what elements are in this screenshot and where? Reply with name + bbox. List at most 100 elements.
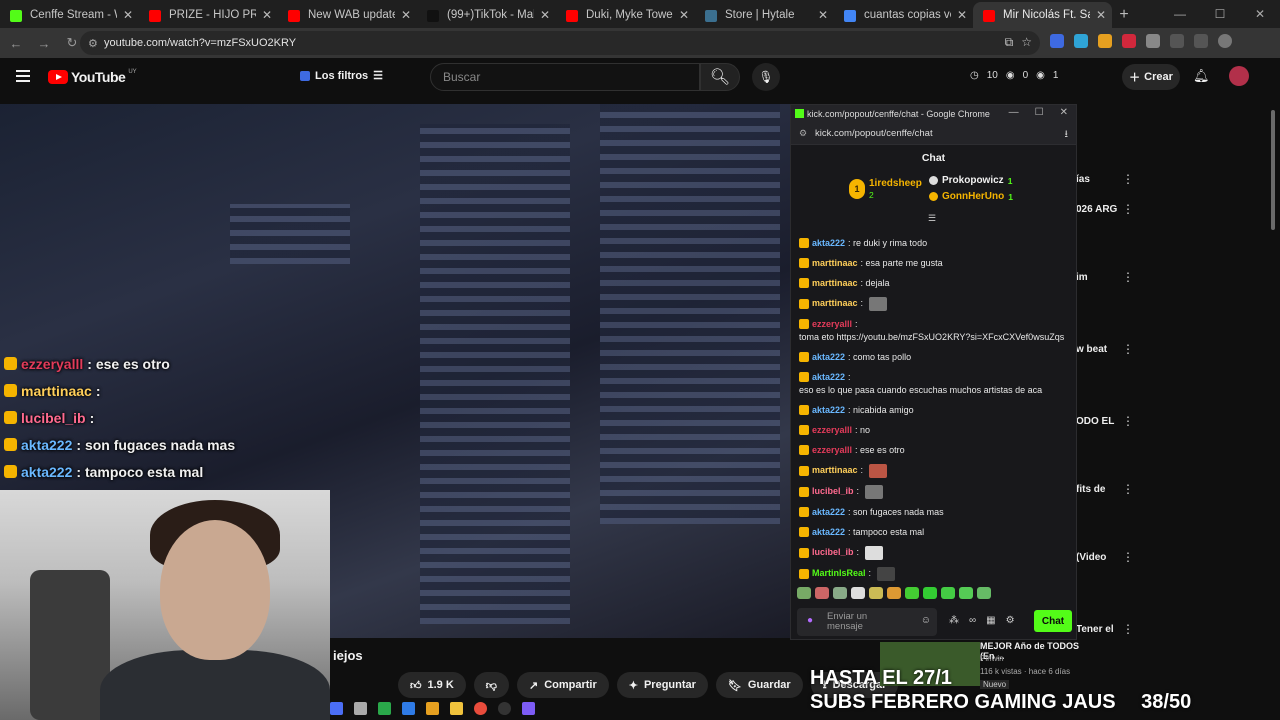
search-button[interactable]: 🔍︎: [700, 63, 740, 91]
back-icon[interactable]: ←: [4, 36, 28, 51]
emote[interactable]: [815, 587, 829, 599]
emote[interactable]: [959, 587, 973, 599]
profile-icon[interactable]: [1218, 34, 1232, 48]
close-icon[interactable]: ✕: [1060, 107, 1068, 118]
ask-button[interactable]: ✦ Preguntar: [616, 672, 708, 698]
chat-username[interactable]: akta222: [812, 526, 845, 539]
taskbar-app-icon[interactable]: [498, 702, 511, 715]
minimize-icon[interactable]: —: [1160, 0, 1200, 28]
chat-message[interactable]: akta222: eso es lo que pasa cuando escuc…: [799, 367, 1067, 400]
browser-tab[interactable]: Mir Nicolás Ft. Santi ✕: [973, 2, 1112, 28]
page-scrollbar[interactable]: [1271, 110, 1275, 230]
taskbar-app-icon[interactable]: [354, 702, 367, 715]
extension-icon[interactable]: [1098, 34, 1112, 48]
taskbar-app-icon[interactable]: [522, 702, 535, 715]
site-info-icon[interactable]: ⚙: [799, 128, 807, 139]
taskbar-app-icon[interactable]: [402, 702, 415, 715]
chat-message[interactable]: ezzeryalll: toma eto https://youtu.be/mz…: [799, 314, 1067, 347]
chat-username[interactable]: akta222: [812, 371, 845, 384]
gifter[interactable]: GonnHerUno 1: [929, 191, 1013, 202]
emote[interactable]: [833, 587, 847, 599]
more-options-icon[interactable]: ⋮: [1122, 550, 1134, 564]
more-options-icon[interactable]: ⋮: [1122, 414, 1134, 428]
more-options-icon[interactable]: ⋮: [1122, 622, 1134, 636]
mic-icon[interactable]: ●: [807, 616, 813, 626]
dislike-button[interactable]: 👎︎: [473, 672, 509, 698]
save-button[interactable]: 🔖︎ Guardar: [715, 672, 803, 698]
create-button[interactable]: ＋ Crear: [1122, 64, 1180, 90]
extension-icon[interactable]: [1050, 34, 1064, 48]
browser-tab[interactable]: Store | Hytale ✕: [695, 2, 834, 28]
browser-tab[interactable]: New WAB update Teaser ✕: [278, 2, 417, 28]
more-options-icon[interactable]: ⋮: [1122, 172, 1134, 186]
more-options-icon[interactable]: ⋮: [1122, 202, 1134, 216]
recommendation-title[interactable]: (Video: [1076, 552, 1106, 563]
share-button[interactable]: ↗ Compartir: [516, 672, 609, 698]
new-tab-button[interactable]: +: [1112, 2, 1136, 28]
chat-username[interactable]: MartinIsReal: [812, 567, 866, 580]
chat-username[interactable]: lucibel_ib: [812, 485, 854, 498]
recommendation-title[interactable]: im: [1076, 272, 1088, 283]
taskbar-app-icon[interactable]: [330, 702, 343, 715]
notifications-bell-icon[interactable]: 🔔︎: [1193, 68, 1210, 84]
tab-close-icon[interactable]: ✕: [818, 8, 828, 22]
download-icon[interactable]: [1170, 34, 1184, 48]
chat-message[interactable]: lucibel_ib:: [799, 542, 1067, 563]
taskbar-app-icon[interactable]: [450, 702, 463, 715]
more-options-icon[interactable]: ⋮: [1122, 270, 1134, 284]
more-options-icon[interactable]: ⋮: [1122, 482, 1134, 496]
youtube-logo[interactable]: YouTube UY: [48, 69, 137, 85]
more-options-icon[interactable]: ⋮: [1122, 342, 1134, 356]
browser-tab[interactable]: Duki, Myke Towers - New ✕: [556, 2, 695, 28]
chat-username[interactable]: ezzeryalll: [812, 444, 852, 457]
recommendation-title[interactable]: fits de: [1076, 484, 1105, 495]
browser-tab[interactable]: PRIZE - HIJO PRODIGO (L ✕: [139, 2, 278, 28]
recommendation-title[interactable]: ías: [1076, 174, 1090, 185]
browser-tab[interactable]: cuantas copias vendio hy ✕: [834, 2, 973, 28]
chat-username[interactable]: marttinaac: [812, 257, 858, 270]
chat-username[interactable]: marttinaac: [812, 464, 858, 477]
chat-message[interactable]: marttinaac:: [799, 460, 1067, 481]
maximize-icon[interactable]: ☐: [1200, 0, 1240, 28]
chat-username[interactable]: akta222: [812, 351, 845, 364]
taskbar-app-icon[interactable]: [474, 702, 487, 715]
emote[interactable]: [887, 587, 901, 599]
menu-icon[interactable]: [1194, 34, 1208, 48]
chat-message[interactable]: akta222: tampoco esta mal: [799, 522, 1067, 542]
recommendation-title[interactable]: Tener el: [1076, 624, 1114, 635]
chat-message[interactable]: akta222: nicabida amigo: [799, 400, 1067, 420]
emote[interactable]: [905, 587, 919, 599]
forward-icon[interactable]: →: [32, 36, 56, 51]
chat-message[interactable]: akta222: como tas pollo: [799, 347, 1067, 367]
chat-message[interactable]: lucibel_ib:: [799, 481, 1067, 502]
settings-gear-icon[interactable]: ⚙: [1006, 615, 1015, 626]
chat-username[interactable]: lucibel_ib: [812, 546, 854, 559]
search-input[interactable]: Buscar: [430, 63, 700, 91]
extension-icon[interactable]: [1122, 34, 1136, 48]
tab-close-icon[interactable]: ✕: [957, 8, 967, 22]
filter-icon[interactable]: ☰: [928, 213, 936, 224]
chat-message[interactable]: marttinaac: esa parte me gusta: [799, 253, 1067, 273]
taskbar-app-icon[interactable]: [426, 702, 439, 715]
taskbar-app-icon[interactable]: [378, 702, 391, 715]
download-icon[interactable]: ⭳: [1065, 127, 1069, 144]
tab-close-icon[interactable]: ✕: [401, 8, 411, 22]
top-gifter[interactable]: 1 1iredsheep 2: [849, 177, 922, 200]
close-icon[interactable]: ✕: [1240, 0, 1280, 28]
chat-username[interactable]: akta222: [812, 237, 845, 250]
chat-message-input[interactable]: ● Enviar un mensaje ☺: [797, 608, 937, 636]
tab-close-icon[interactable]: ✕: [540, 8, 550, 22]
tab-close-icon[interactable]: ✕: [679, 8, 689, 22]
emote[interactable]: [977, 587, 991, 599]
chat-username[interactable]: ezzeryalll: [812, 318, 852, 331]
tab-close-icon[interactable]: ✕: [123, 8, 133, 22]
send-chat-button[interactable]: Chat: [1034, 610, 1072, 632]
chat-username[interactable]: ezzeryalll: [812, 424, 852, 437]
tab-close-icon[interactable]: ✕: [1096, 8, 1106, 22]
emote[interactable]: [941, 587, 955, 599]
address-bar[interactable]: ⚙ youtube.com/watch?v=mzFSxUO2KRY ⧉ ☆: [80, 31, 1040, 55]
bookmark-star-icon[interactable]: ☆: [1021, 35, 1032, 50]
chat-message[interactable]: ezzeryalll: no: [799, 420, 1067, 440]
puzzle-icon[interactable]: [1146, 34, 1160, 48]
site-info-icon[interactable]: ⚙: [88, 37, 98, 50]
